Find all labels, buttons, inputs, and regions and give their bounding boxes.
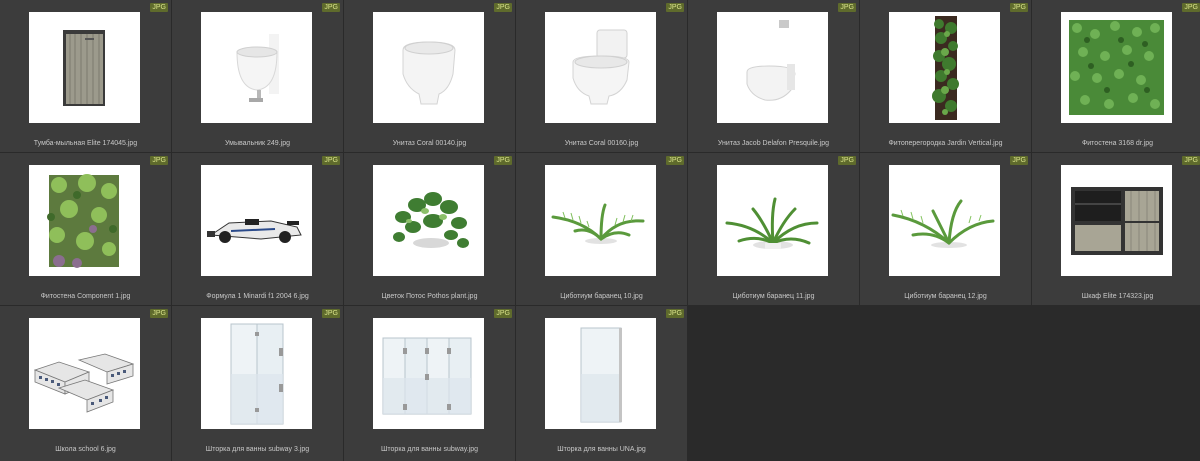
file-tile[interactable]: JPG Шторка для ванны UNA.jpg bbox=[516, 306, 687, 461]
file-tile[interactable]: JPG Шторка для ванны subway 3.jpg bbox=[172, 306, 343, 461]
green-wall-component-thumbnail bbox=[29, 165, 140, 276]
green-wall-thumbnail bbox=[1061, 12, 1172, 123]
file-tile[interactable]: JPG Формула 1 Minardi f1 2004 6.jpg bbox=[172, 153, 343, 305]
jpg-badge: JPG bbox=[1010, 156, 1028, 165]
file-tile[interactable]: JPG Циботиум баранец 12.jpg bbox=[860, 153, 1031, 305]
file-tile[interactable]: JPG Циботиум баранец 10.jpg bbox=[516, 153, 687, 305]
pothos-plant-thumbnail bbox=[373, 165, 484, 276]
jpg-badge: JPG bbox=[666, 156, 684, 165]
file-name: Шкаф Elite 174323.jpg bbox=[1081, 293, 1154, 300]
jpg-badge: JPG bbox=[838, 156, 856, 165]
fern-thumbnail bbox=[889, 165, 1000, 276]
wall-toilet-thumbnail bbox=[717, 12, 828, 123]
file-tile[interactable]: JPG Циботиум баранец 11.jpg bbox=[688, 153, 859, 305]
jpg-badge: JPG bbox=[494, 156, 512, 165]
race-car-thumbnail bbox=[201, 165, 312, 276]
file-name: Школа school 6.jpg bbox=[55, 446, 116, 453]
shower-panel-thumbnail bbox=[545, 318, 656, 429]
jpg-badge: JPG bbox=[150, 3, 168, 12]
jpg-badge: JPG bbox=[1182, 156, 1200, 165]
file-name: Унитаз Jacob Delafon Presquile.jpg bbox=[717, 140, 830, 147]
jpg-badge: JPG bbox=[838, 3, 856, 12]
file-tile[interactable]: JPG Унитаз Coral 00160.jpg bbox=[516, 0, 687, 152]
file-tile[interactable]: JPG Шкаф Elite 174323.jpg bbox=[1032, 153, 1200, 305]
file-name: Фитоперегородка Jardin Vertical.jpg bbox=[888, 140, 1003, 147]
shower-screen-thumbnail bbox=[201, 318, 312, 429]
file-name: Шторка для ванны UNA.jpg bbox=[557, 446, 646, 453]
file-name: Умывальник 249.jpg bbox=[225, 140, 290, 147]
file-name: Циботиум баранец 12.jpg bbox=[904, 293, 987, 300]
file-tile[interactable]: JPG Унитаз Coral 00140.jpg bbox=[344, 0, 515, 152]
jpg-badge: JPG bbox=[1182, 3, 1200, 12]
file-tile[interactable]: JPG Фитостена 3168 dr.jpg bbox=[1032, 0, 1200, 152]
jpg-badge: JPG bbox=[494, 309, 512, 318]
file-name: Унитаз Coral 00140.jpg bbox=[392, 140, 467, 147]
file-name: Шторка для ванны subway.jpg bbox=[380, 446, 479, 453]
vertical-garden-thumbnail bbox=[889, 12, 1000, 123]
file-name: Унитаз Coral 00160.jpg bbox=[564, 140, 639, 147]
school-building-thumbnail bbox=[29, 318, 140, 429]
file-tile[interactable]: JPG Тумба-мыльная Elite 174045.jpg bbox=[0, 0, 171, 152]
file-name: Шторка для ванны subway 3.jpg bbox=[205, 446, 310, 453]
file-name: Фитостена 3168 dr.jpg bbox=[1081, 140, 1154, 147]
jpg-badge: JPG bbox=[150, 156, 168, 165]
fern-thumbnail bbox=[545, 165, 656, 276]
file-name: Циботиум баранец 11.jpg bbox=[732, 293, 815, 300]
toilet-thumbnail bbox=[373, 12, 484, 123]
jpg-badge: JPG bbox=[322, 156, 340, 165]
sink-thumbnail bbox=[201, 12, 312, 123]
file-tile[interactable]: JPG Фитостена Component 1.jpg bbox=[0, 153, 171, 305]
file-tile[interactable]: JPG Шторка для ванны subway.jpg bbox=[344, 306, 515, 461]
toilet-tank-thumbnail bbox=[545, 12, 656, 123]
jpg-badge: JPG bbox=[1010, 3, 1028, 12]
file-name: Тумба-мыльная Elite 174045.jpg bbox=[33, 140, 138, 147]
file-tile[interactable]: JPG Фитоперегородка Jardin Vertical.jpg bbox=[860, 0, 1031, 152]
jpg-badge: JPG bbox=[322, 3, 340, 12]
file-tile[interactable]: JPG Унитаз Jacob Delafon Presquile.jpg bbox=[688, 0, 859, 152]
shower-screen-wide-thumbnail bbox=[373, 318, 484, 429]
cabinet-thumbnail bbox=[29, 12, 140, 123]
jpg-badge: JPG bbox=[150, 309, 168, 318]
file-name: Циботиум баранец 10.jpg bbox=[560, 293, 643, 300]
jpg-badge: JPG bbox=[666, 309, 684, 318]
file-name: Фитостена Component 1.jpg bbox=[40, 293, 131, 300]
wardrobe-thumbnail bbox=[1061, 165, 1172, 276]
jpg-badge: JPG bbox=[322, 309, 340, 318]
file-name: Формула 1 Minardi f1 2004 6.jpg bbox=[206, 293, 309, 300]
file-tile[interactable]: JPG Умывальник 249.jpg bbox=[172, 0, 343, 152]
file-tile[interactable]: JPG Школа school 6.jpg bbox=[0, 306, 171, 461]
file-tile[interactable]: JPG Цветок Потос Pothos plant.jpg bbox=[344, 153, 515, 305]
fern-thumbnail bbox=[717, 165, 828, 276]
file-name: Цветок Потос Pothos plant.jpg bbox=[381, 293, 478, 300]
file-grid: JPG Тумба-мыльная Elite 174045.jpg JPG У… bbox=[0, 0, 1200, 461]
jpg-badge: JPG bbox=[494, 3, 512, 12]
jpg-badge: JPG bbox=[666, 3, 684, 12]
